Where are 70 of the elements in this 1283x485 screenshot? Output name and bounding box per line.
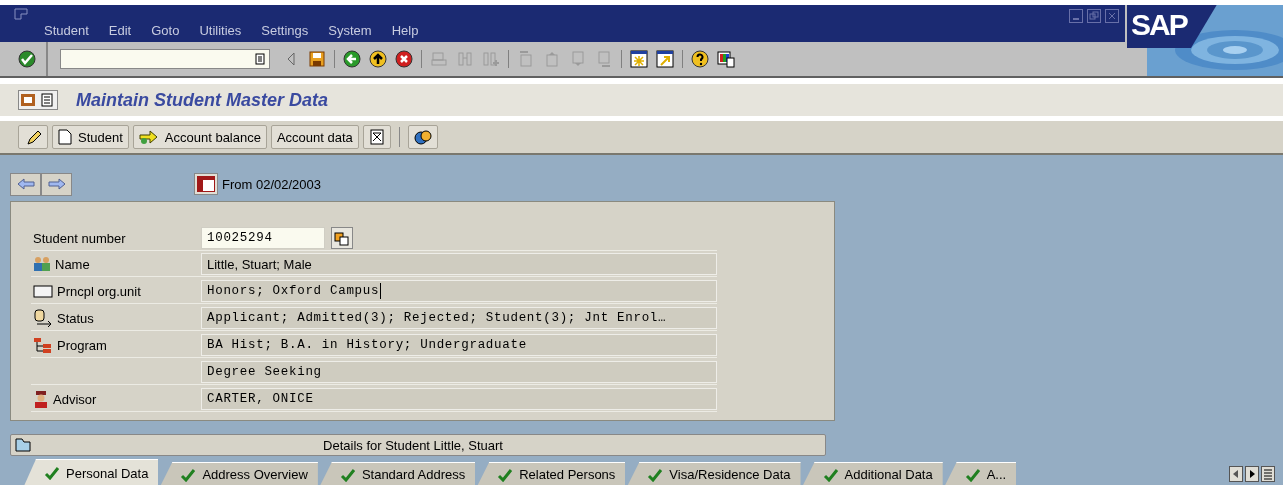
minimize-icon[interactable] <box>1069 9 1083 23</box>
scroll-right-icon[interactable] <box>1245 466 1259 482</box>
display-field: Degree Seeking <box>201 361 717 383</box>
check-icon <box>647 467 664 482</box>
objects-button[interactable] <box>407 125 438 149</box>
tab[interactable]: Standard Address <box>319 462 476 485</box>
menu-item[interactable]: Utilities <box>189 23 252 38</box>
pencil-icon <box>24 129 42 145</box>
arrow-icon <box>138 129 159 145</box>
right-arrow-icon <box>47 178 66 190</box>
field-label: Advisor <box>53 391 97 407</box>
corner-icon <box>14 8 28 20</box>
check-icon <box>339 467 356 482</box>
rectangle-icon <box>33 284 53 298</box>
people-icon <box>33 256 51 272</box>
hierarchy-icon <box>33 337 53 353</box>
tab[interactable]: Related Persons <box>477 462 626 485</box>
check-icon <box>497 467 514 482</box>
tab[interactable]: Personal Data <box>24 459 159 485</box>
status-icon <box>33 309 53 327</box>
toolbar-button[interactable]: Account data <box>270 125 359 149</box>
display-field: Applicant; Admitted(3); Rejected; Student(3); Jnt Enrol… <box>201 307 717 329</box>
check-icon <box>44 466 60 480</box>
calendar-icon <box>196 175 216 193</box>
select-icon[interactable] <box>331 227 353 249</box>
command-field[interactable] <box>60 49 270 69</box>
edit-button[interactable] <box>18 125 48 149</box>
menu-item[interactable]: System <box>318 23 382 38</box>
tab[interactable]: A... <box>944 462 1017 485</box>
display-field: Little, Stuart; Male <box>201 253 717 275</box>
history-icon[interactable] <box>255 53 265 65</box>
display-field: Honors; Oxford Campus <box>201 280 717 302</box>
screen-title: Maintain Student Master Data <box>76 89 329 111</box>
advisor-icon <box>33 390 49 408</box>
field-label: Student number <box>33 230 126 246</box>
field-label: Prncpl org.unit <box>57 283 141 299</box>
close-icon[interactable] <box>1105 9 1119 23</box>
document-icon <box>58 129 72 145</box>
masks-icon <box>413 129 432 145</box>
folder-icon <box>15 438 31 452</box>
field-label: Status <box>57 310 94 326</box>
tab[interactable]: Address Overview <box>160 462 318 485</box>
menu-item[interactable]: Student <box>34 23 99 38</box>
date-label: From 02/02/2003 <box>222 176 321 192</box>
display-field: BA Hist; B.A. in History; Undergraduate <box>201 334 717 356</box>
form-icon <box>368 129 385 145</box>
info-button[interactable] <box>362 125 391 149</box>
restore-icon[interactable] <box>1087 9 1101 23</box>
menu-item[interactable]: Goto <box>141 23 190 38</box>
field-label: Program <box>57 337 107 353</box>
calendar-button[interactable] <box>194 173 218 195</box>
input-field[interactable]: 10025294 <box>201 227 325 249</box>
tab[interactable]: Additional Data <box>802 462 943 485</box>
toolbar-button[interactable]: Account balance <box>132 125 267 149</box>
scroll-left-icon[interactable] <box>1229 466 1243 482</box>
menu-icon <box>20 92 56 108</box>
field-label: Name <box>55 256 90 272</box>
menu-item[interactable]: Help <box>381 23 429 38</box>
display-field: CARTER, ONICE <box>201 388 717 410</box>
check-icon <box>822 467 839 482</box>
menu-item[interactable]: Settings <box>251 23 319 38</box>
tab-list-icon[interactable] <box>1261 466 1275 482</box>
tab[interactable]: Visa/Residence Data <box>627 462 801 485</box>
toolbar-button[interactable]: Student <box>52 125 129 149</box>
menu-item[interactable]: Edit <box>98 23 142 38</box>
details-button[interactable]: Details for Student Little, Stuart <box>10 434 826 456</box>
check-icon <box>180 467 197 482</box>
menu-button[interactable] <box>18 90 58 110</box>
left-arrow-icon <box>16 178 35 190</box>
check-icon <box>964 467 981 482</box>
